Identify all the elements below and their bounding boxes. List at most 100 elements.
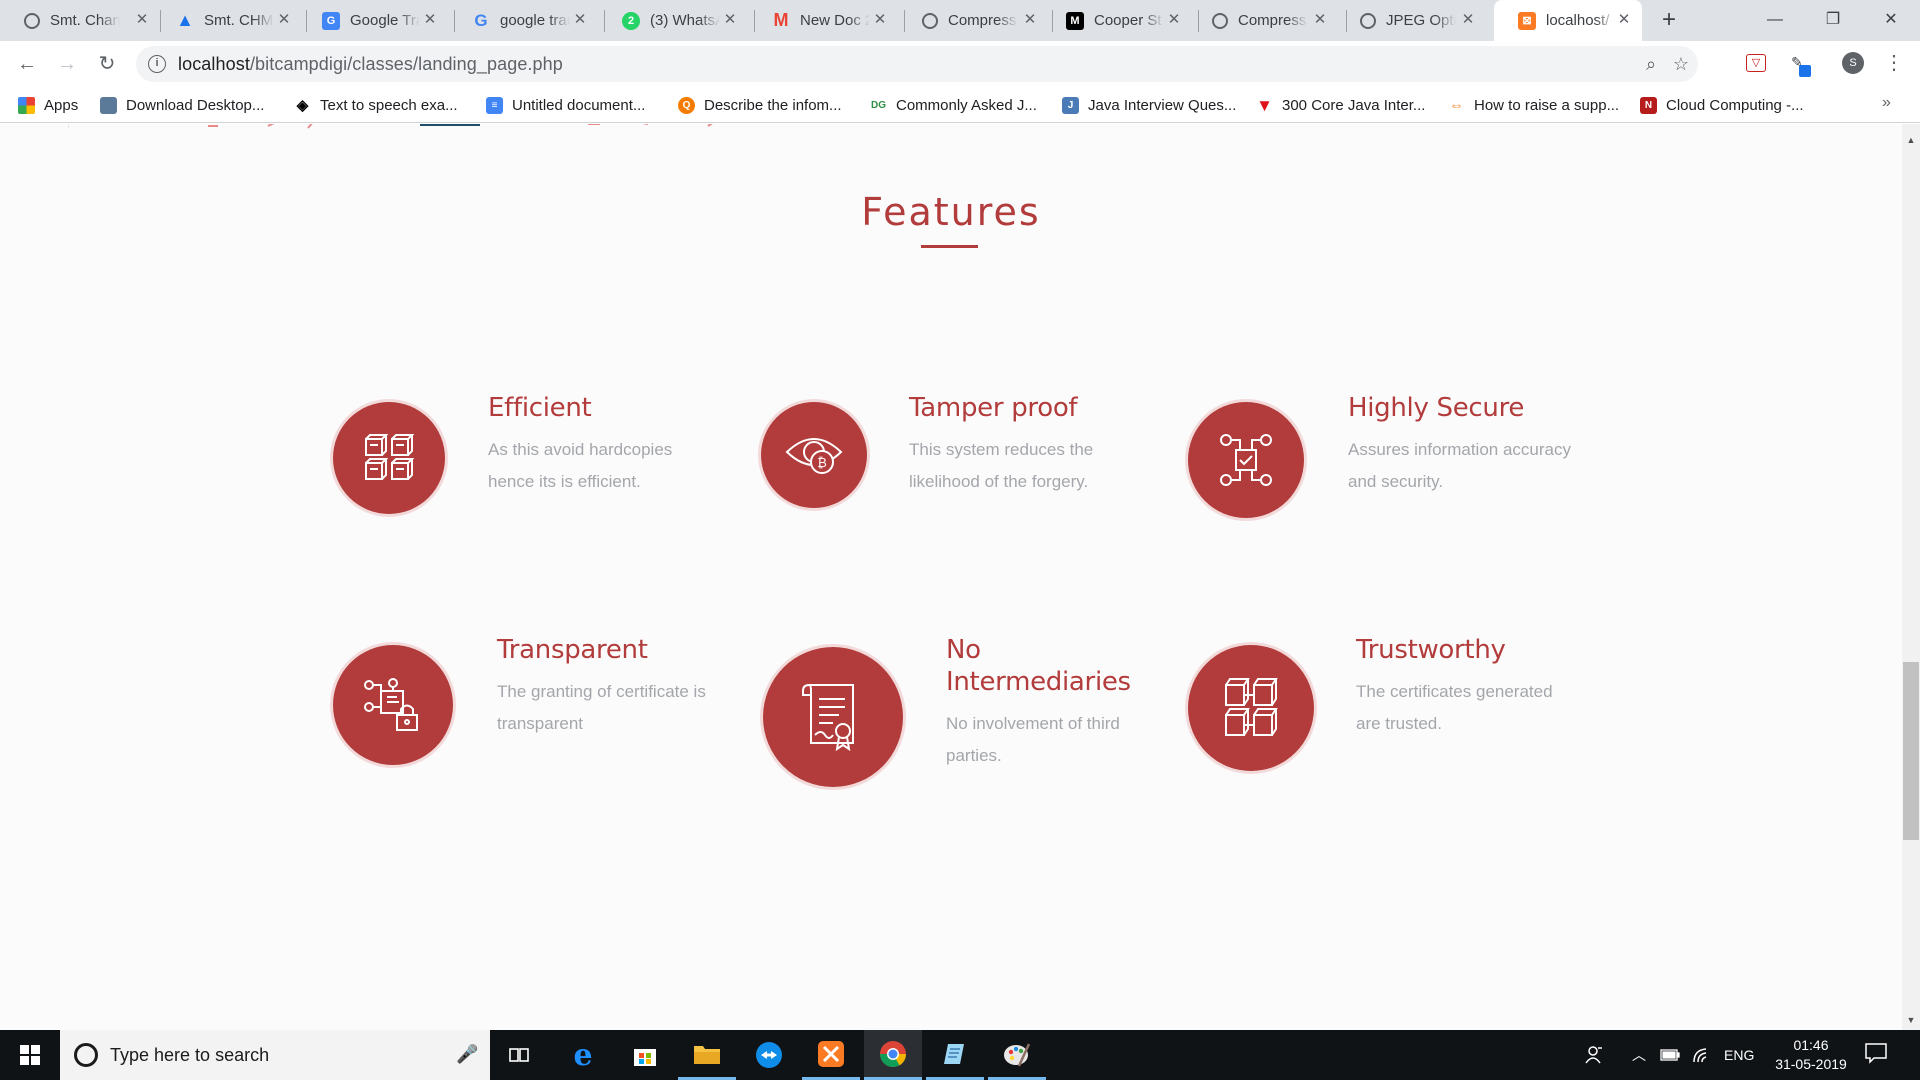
tab-close-icon[interactable]: ✕ — [1166, 12, 1182, 28]
feature-title: Transparent — [497, 635, 648, 665]
url-text[interactable]: localhost/bitcampdigi/classes/landing_pa… — [178, 54, 563, 75]
tab[interactable]: Compress ✕ — [898, 0, 1048, 41]
tab[interactable]: M Cooper St ✕ — [1042, 0, 1192, 41]
edge-icon[interactable]: e — [554, 1030, 612, 1080]
bookmark-item[interactable]: ⇔ How to raise a supp... — [1448, 95, 1619, 115]
bookmark-star-icon[interactable]: ☆ — [1670, 53, 1692, 75]
battery-icon[interactable] — [1660, 1030, 1680, 1080]
xampp-icon: ⊠ — [1518, 11, 1536, 30]
feature-title: Trustworthy — [1356, 635, 1506, 665]
bookmark-apps[interactable]: Apps — [18, 95, 78, 115]
network-lock-icon — [333, 645, 453, 765]
show-hidden-icons-icon[interactable]: ︿ — [1632, 1030, 1646, 1080]
close-window-button[interactable]: ✕ — [1868, 4, 1914, 36]
tab-close-icon[interactable]: ✕ — [572, 12, 588, 28]
profile-avatar[interactable]: S — [1842, 52, 1864, 74]
globe-icon — [922, 12, 938, 29]
start-button[interactable] — [0, 1030, 60, 1080]
windows-logo-icon — [20, 1045, 40, 1065]
scroll-down-arrow[interactable]: ▼ — [1903, 1012, 1919, 1028]
scroll-up-arrow[interactable]: ▲ — [1903, 132, 1919, 148]
feature-title: Highly Secure — [1348, 393, 1525, 423]
browser-menu-icon[interactable]: ⋮ — [1884, 50, 1904, 76]
forward-button[interactable]: → — [54, 51, 80, 77]
page-scrollbar[interactable] — [1902, 124, 1920, 1030]
address-bar[interactable]: i localhost/bitcampdigi/classes/landing_… — [136, 46, 1698, 82]
scroll-thumb[interactable] — [1903, 662, 1919, 840]
task-view-icon[interactable] — [490, 1030, 548, 1080]
xampp-icon[interactable] — [802, 1030, 860, 1080]
bookmark-item[interactable]: ≡ Untitled document... — [486, 95, 645, 115]
tab-close-icon[interactable]: ✕ — [1312, 12, 1328, 28]
gmail-icon: M — [773, 10, 789, 30]
feature-desc-line: The certificates generated — [1356, 682, 1553, 701]
file-explorer-icon[interactable] — [678, 1030, 736, 1080]
new-tab-button[interactable]: + — [1656, 8, 1682, 34]
reload-button[interactable]: ↻ — [94, 51, 120, 77]
tab[interactable]: Compress ✕ — [1188, 0, 1338, 41]
language-indicator[interactable]: ENG — [1724, 1030, 1754, 1080]
title-underline — [921, 245, 978, 248]
back-button[interactable]: ← — [14, 51, 40, 77]
tab[interactable]: ▲ Smt. CHM ✕ — [152, 0, 302, 41]
link-icon: ⇔ — [1449, 96, 1464, 114]
tab-close-icon[interactable]: ✕ — [134, 12, 150, 28]
tab[interactable]: G Google Translate ✕ — [298, 0, 448, 41]
feature-desc-line: and security. — [1348, 472, 1444, 491]
bookmark-item[interactable]: N Cloud Computing -... — [1640, 95, 1804, 115]
pocket-extension-icon[interactable]: ▽ — [1746, 54, 1766, 72]
chrome-icon[interactable] — [864, 1030, 922, 1080]
extension-badge — [1799, 65, 1811, 77]
n-icon: N — [1640, 96, 1657, 114]
restore-button[interactable]: ❐ — [1810, 4, 1856, 36]
tab[interactable]: JPEG Optimizer ✕ — [1336, 0, 1486, 41]
globe-icon — [24, 12, 40, 29]
tab-close-icon[interactable]: ✕ — [1616, 12, 1632, 28]
tab[interactable]: M New Doc 2 ✕ — [748, 0, 898, 41]
notepad-icon[interactable] — [926, 1030, 984, 1080]
globe-icon — [1360, 12, 1376, 29]
hero-image-remnant — [68, 124, 713, 129]
tab-close-icon[interactable]: ✕ — [722, 12, 738, 28]
microphone-icon[interactable]: 🎤 — [456, 1044, 478, 1065]
bookmark-item[interactable]: J Java Interview Ques... — [1062, 95, 1236, 115]
certificate-icon — [763, 647, 903, 787]
bookmark-item[interactable]: ◈ Text to speech exa... — [294, 95, 458, 115]
dg-icon: DG — [871, 99, 886, 111]
java-icon: J — [1062, 96, 1079, 114]
wifi-icon[interactable] — [1692, 1030, 1712, 1080]
windows-taskbar: Type here to search 🎤 e ︿ ENG 01:46 31-0… — [0, 1030, 1920, 1080]
feature-title: Efficient — [488, 393, 592, 423]
docs-icon: ≡ — [486, 96, 503, 114]
tab-close-icon[interactable]: ✕ — [1022, 12, 1038, 28]
bookmark-item[interactable]: Q Describe the infom... — [678, 95, 842, 115]
bookmark-item[interactable]: DG Commonly Asked J... — [870, 95, 1037, 115]
section-title: Features — [861, 190, 1041, 234]
bookmark-item[interactable]: Download Desktop... — [100, 95, 264, 115]
bookmarks-overflow-icon[interactable]: » — [1882, 94, 1891, 112]
blocks-icon — [1188, 645, 1314, 771]
minimize-button[interactable]: — — [1752, 4, 1798, 36]
taskbar-search[interactable]: Type here to search 🎤 — [60, 1030, 490, 1080]
tab[interactable]: G google translate ✕ — [448, 0, 598, 41]
zoom-icon[interactable]: ⌕ — [1640, 53, 1662, 75]
people-icon[interactable] — [1584, 1030, 1604, 1080]
clock[interactable]: 01:46 31-05-2019 — [1766, 1036, 1856, 1074]
tab[interactable]: 2 (3) WhatsApp ✕ — [598, 0, 748, 41]
tab-close-icon[interactable]: ✕ — [276, 12, 292, 28]
bookmarks-bar: Apps Download Desktop... ◈ Text to speec… — [0, 87, 1920, 123]
tab-close-icon[interactable]: ✕ — [422, 12, 438, 28]
tab-active[interactable]: ⊠ localhost/ ✕ — [1494, 0, 1642, 41]
apps-grid-icon — [18, 96, 35, 114]
info-icon[interactable]: i — [148, 55, 166, 73]
medium-icon: M — [1066, 11, 1084, 30]
bookmark-item[interactable]: ▼ 300 Core Java Inter... — [1256, 95, 1425, 115]
action-center-icon[interactable] — [1864, 1042, 1894, 1068]
tab[interactable]: Smt. Chandibai ✕ — [0, 0, 160, 41]
teamviewer-icon[interactable] — [740, 1030, 798, 1080]
tab-close-icon[interactable]: ✕ — [1460, 12, 1476, 28]
store-icon[interactable] — [616, 1030, 674, 1080]
tab-close-icon[interactable]: ✕ — [872, 12, 888, 28]
codepen-icon: ◈ — [296, 96, 309, 114]
paint-icon[interactable] — [988, 1030, 1046, 1080]
